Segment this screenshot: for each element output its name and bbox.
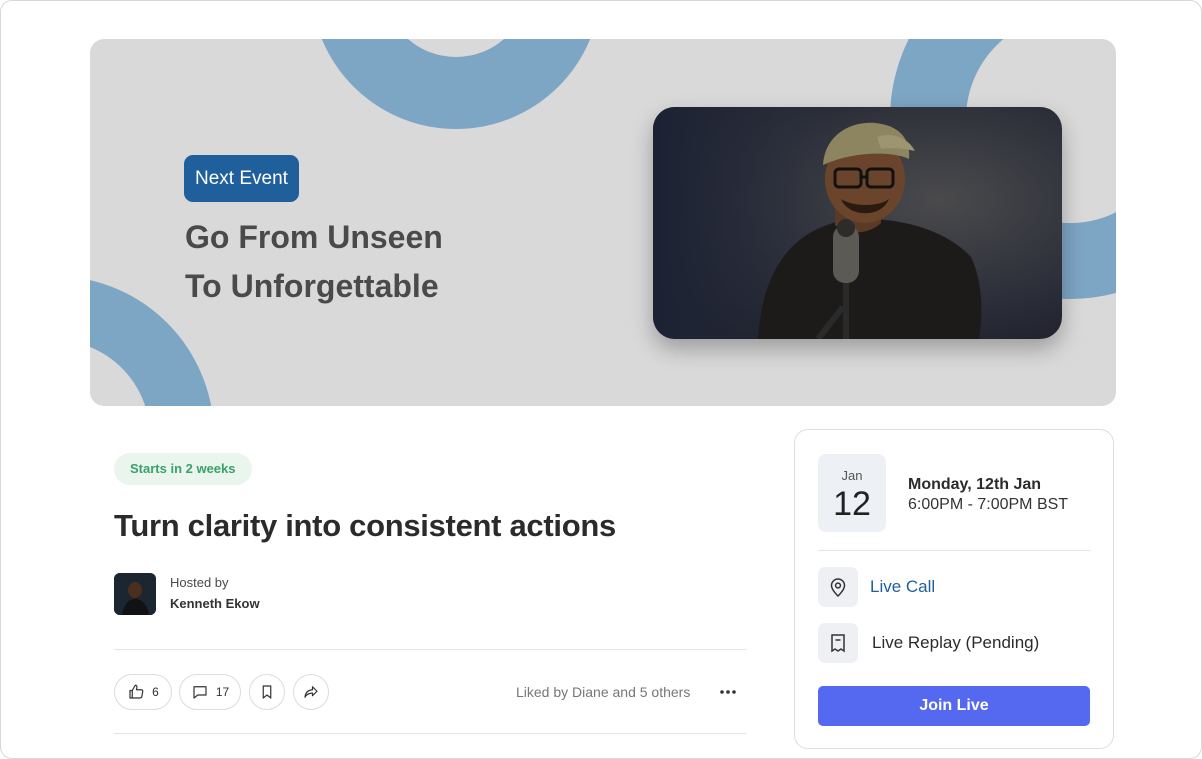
event-date: Monday, 12th Jan [908,476,1042,493]
divider-bottom [114,733,746,734]
comment-button[interactable]: 17 [179,674,241,710]
comment-count: 17 [215,685,230,699]
thumbs-up-icon [129,684,144,699]
banner-title-line-2: To Unforgettable [185,268,439,304]
next-event-badge: Next Event [184,155,299,202]
host-portrait-image [653,107,1062,339]
location-icon-box [818,567,858,607]
share-button[interactable] [293,674,329,710]
date-month: Jan [841,468,863,483]
date-tile: Jan 12 [818,454,886,532]
event-title: Turn clarity into consistent actions [114,508,616,543]
host-video-thumbnail[interactable] [653,107,1062,339]
host-name[interactable]: Kenneth Ekow [170,596,260,611]
page-frame: Next Event Go From Unseen To Unforgettab… [0,0,1202,759]
date-day: 12 [833,485,871,523]
starts-in-badge: Starts in 2 weeks [114,453,252,485]
map-pin-icon [830,578,846,597]
liked-by-text[interactable]: Liked by Diane and 5 others [516,684,690,700]
live-call-link[interactable]: Live Call [870,577,935,597]
join-live-button[interactable]: Join Live [818,686,1090,726]
receipt-icon [831,634,845,653]
decor-ring-top [311,39,601,129]
comment-icon [193,686,207,699]
banner-title: Go From Unseen To Unforgettable [185,213,565,311]
more-dots-icon [720,690,736,694]
event-time: 6:00PM - 7:00PM BST [908,496,1069,513]
live-replay-status: Live Replay (Pending) [872,633,1040,652]
like-button[interactable]: 6 [114,674,172,710]
banner-title-line-1: Go From Unseen [185,219,443,255]
share-icon [304,686,318,698]
host-avatar-image [114,573,156,615]
event-banner: Next Event Go From Unseen To Unforgettab… [90,39,1116,406]
replay-icon-box [818,623,858,663]
card-divider [818,550,1090,551]
more-options-button[interactable] [715,679,741,705]
bookmark-icon [262,685,272,699]
bookmark-button[interactable] [249,674,285,710]
like-count: 6 [152,685,159,699]
event-schedule-card: Jan 12 Monday, 12th Jan 6:00PM - 7:00PM … [794,429,1114,749]
host-avatar[interactable] [114,573,156,615]
hosted-by-label: Hosted by [170,575,229,590]
divider-top [114,649,746,650]
